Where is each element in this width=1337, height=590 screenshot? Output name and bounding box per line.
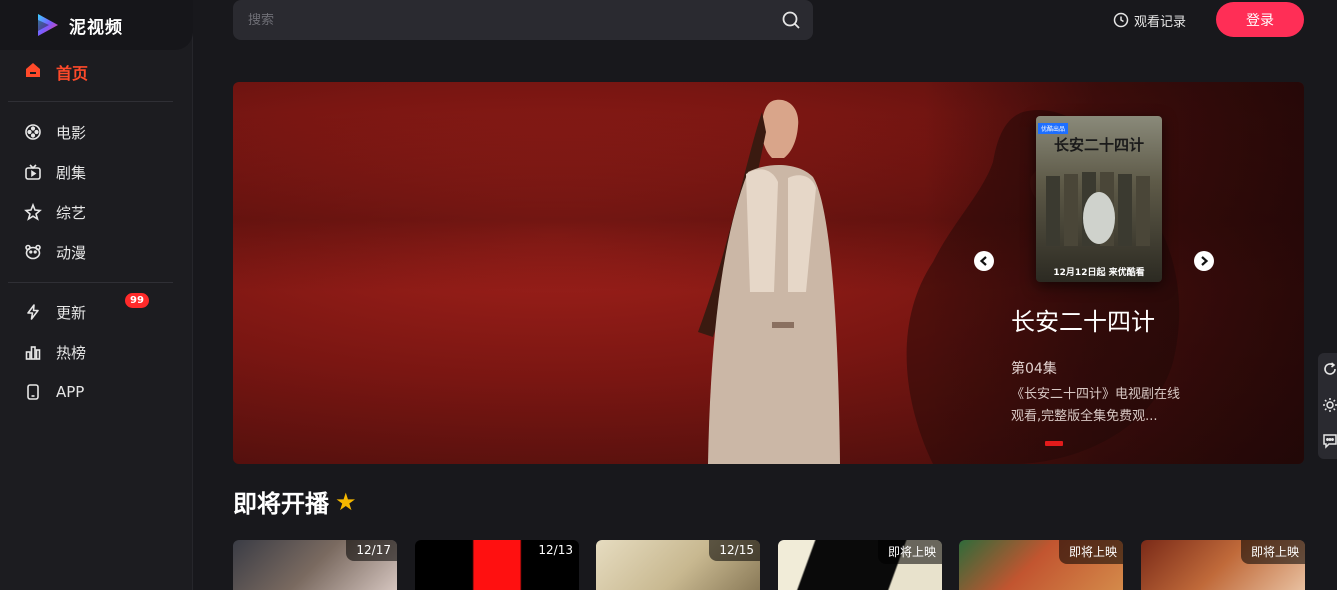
upcoming-card[interactable]: 12/15 (596, 540, 760, 590)
sidebar-item-label: 首页 (56, 64, 89, 83)
card-status-label: 即将上映 (877, 540, 942, 564)
banner-character-illustration (698, 99, 840, 464)
floating-toolbar (1318, 353, 1337, 459)
banner-episode: 第04集 (1011, 361, 1057, 377)
upcoming-card[interactable]: 12/13 (415, 540, 579, 590)
bar-chart-icon (24, 343, 42, 361)
card-date-label: 12/17 (346, 540, 397, 561)
lightning-icon (24, 303, 42, 321)
banner-poster[interactable]: 优酷出品 长安二十四计 12月12日起 来优酷看 (1036, 116, 1162, 282)
watch-history-label: 观看记录 (1134, 14, 1187, 30)
feedback-icon[interactable] (1322, 433, 1337, 449)
sidebar-item-app[interactable]: APP (8, 372, 173, 412)
search-input[interactable] (248, 12, 768, 28)
chevron-left-icon (979, 256, 987, 266)
banner-next-button[interactable] (1194, 251, 1214, 271)
sidebar-divider (8, 101, 173, 102)
banner-title[interactable]: 长安二十四计 (1011, 302, 1155, 337)
poster-tag: 优酷出品 (1038, 123, 1069, 134)
sidebar-item-anime[interactable]: 动漫 (8, 232, 173, 272)
card-date-label: 12/13 (528, 540, 579, 561)
star-icon: ★ (335, 487, 357, 516)
poster-cast-illustration (1046, 172, 1150, 246)
upcoming-card-row: 12/17 12/13 12/15 即将上映 即将上映 即将上映 (233, 540, 1305, 590)
sidebar-item-trending[interactable]: 热榜 (8, 332, 173, 372)
sidebar-item-series[interactable]: 剧集 (8, 152, 173, 192)
upcoming-card[interactable]: 即将上映 (778, 540, 942, 590)
banner-prev-button[interactable] (974, 251, 994, 271)
login-button[interactable]: 登录 (1216, 2, 1304, 37)
top-bar: 观看记录 登录 (233, 0, 1304, 40)
upcoming-card[interactable]: 即将上映 (1141, 540, 1305, 590)
banner-description: 《长安二十四计》电视剧在线观看,完整版全集免费观... (1011, 387, 1181, 424)
sidebar-item-label: 热榜 (56, 343, 87, 362)
card-status-label: 即将上映 (1240, 540, 1305, 564)
card-date-label: 12/15 (709, 540, 760, 561)
sidebar-item-label: 电影 (56, 123, 87, 142)
star-outline-icon (24, 203, 42, 221)
upcoming-card[interactable]: 12/17 (233, 540, 397, 590)
chevron-right-icon (1201, 256, 1209, 266)
card-status-label: 即将上映 (1058, 540, 1123, 564)
sidebar-item-movies[interactable]: 电影 (8, 112, 173, 152)
tv-icon (24, 163, 42, 181)
refresh-icon[interactable] (1322, 361, 1337, 377)
updates-count-badge: 99 (125, 293, 149, 308)
sidebar-divider (8, 282, 173, 283)
clock-icon (1113, 12, 1129, 28)
sidebar-item-label: 动漫 (56, 243, 87, 262)
poster-date: 12月12日起 来优酷看 (1053, 268, 1145, 278)
upcoming-card[interactable]: 即将上映 (959, 540, 1123, 590)
logo[interactable]: 泥视频 (0, 0, 193, 50)
search-box (233, 0, 813, 40)
sidebar-item-label: APP (56, 383, 85, 401)
sidebar-item-variety[interactable]: 综艺 (8, 192, 173, 232)
film-reel-icon (24, 123, 42, 141)
hero-banner[interactable]: 优酷出品 长安二十四计 12月12日起 来优酷看 长安二十四计 第04集 《长安… (233, 82, 1304, 464)
sidebar-item-label: 综艺 (56, 203, 87, 222)
home-icon (24, 61, 42, 83)
sidebar: 泥视频 首页 电影 剧集 综艺 动漫 更新 99 热榜 APP (0, 0, 193, 590)
sidebar-item-label: 剧集 (56, 163, 87, 182)
bear-face-icon (24, 243, 42, 261)
brightness-icon[interactable] (1322, 397, 1337, 413)
phone-icon (24, 383, 42, 401)
carousel-indicator[interactable] (1045, 441, 1063, 446)
watch-history-link[interactable]: 观看记录 (1113, 10, 1186, 30)
poster-title: 长安二十四计 (1053, 136, 1144, 154)
sidebar-item-home[interactable]: 首页 (8, 52, 173, 92)
logo-play-icon (35, 12, 61, 38)
sidebar-item-label: 更新 (56, 303, 87, 322)
section-title-upcoming: 即将开播 ★ (233, 484, 357, 519)
section-title-text: 即将开播 (233, 490, 329, 518)
search-icon[interactable] (781, 10, 801, 30)
logo-text: 泥视频 (69, 17, 123, 38)
